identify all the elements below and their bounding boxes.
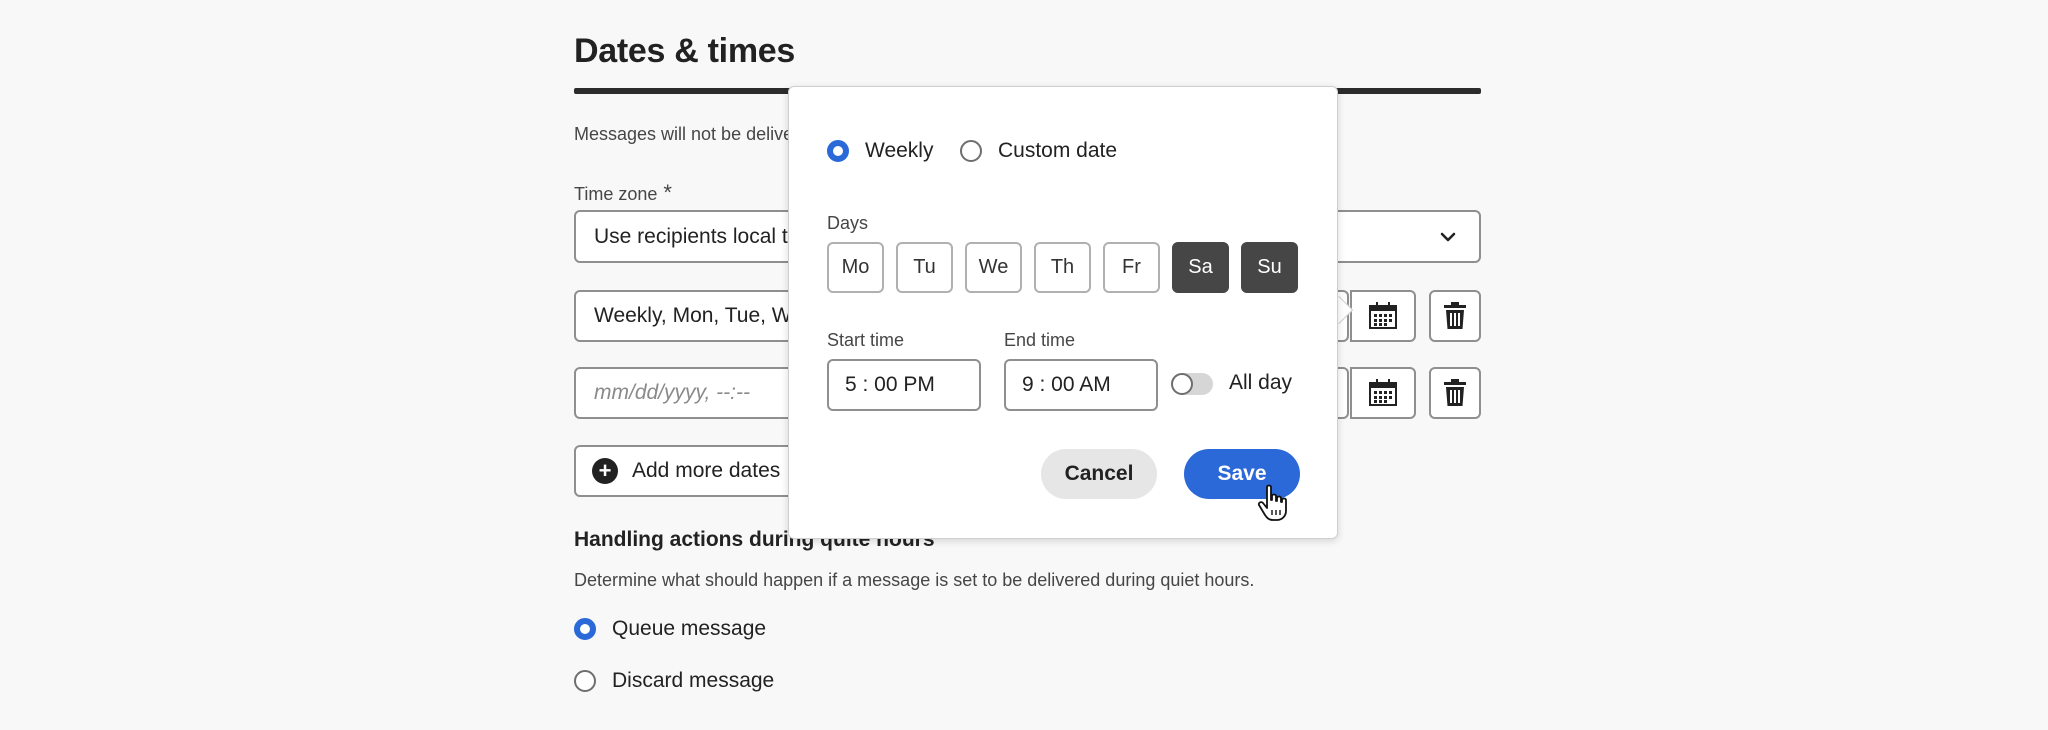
radio-custom-date[interactable]: Custom date bbox=[960, 139, 1117, 163]
calendar-icon bbox=[1369, 379, 1397, 406]
all-day-toggle[interactable] bbox=[1171, 373, 1213, 395]
trash-icon bbox=[1444, 379, 1466, 406]
delete-date-button[interactable] bbox=[1429, 367, 1481, 419]
timezone-value: Use recipients local ti bbox=[594, 224, 793, 248]
radio-weekly[interactable]: Weekly bbox=[827, 139, 933, 163]
start-time-input[interactable]: 5 : 00 PM bbox=[827, 359, 981, 411]
timezone-label-text: Time zone bbox=[574, 184, 658, 204]
radio-discard-message[interactable]: Discard message bbox=[574, 669, 774, 693]
day-toggle-we[interactable]: We bbox=[965, 242, 1022, 293]
day-toggle-fr[interactable]: Fr bbox=[1103, 242, 1160, 293]
date-popover: Weekly Custom date Days Mo Tu We Th Fr S… bbox=[788, 86, 1338, 539]
day-toggle-th[interactable]: Th bbox=[1034, 242, 1091, 293]
radio-label: Queue message bbox=[612, 617, 767, 640]
calendar-button-2[interactable] bbox=[1350, 367, 1416, 419]
days-label: Days bbox=[827, 213, 869, 233]
calendar-button[interactable] bbox=[1350, 290, 1416, 342]
calendar-icon bbox=[1369, 302, 1397, 329]
section-description: Determine what should happen if a messag… bbox=[574, 570, 1255, 590]
start-time-value: 5 : 00 PM bbox=[845, 373, 935, 396]
add-more-dates-button[interactable]: + Add more dates bbox=[574, 445, 824, 497]
day-toggle-su[interactable]: Su bbox=[1241, 242, 1298, 293]
required-marker: * bbox=[663, 180, 672, 205]
end-time-input[interactable]: 9 : 00 AM bbox=[1004, 359, 1158, 411]
cancel-button[interactable]: Cancel bbox=[1041, 449, 1157, 499]
day-toggle-tu[interactable]: Tu bbox=[896, 242, 953, 293]
trash-icon bbox=[1444, 302, 1466, 329]
date-placeholder: mm/dd/yyyy, --:-- bbox=[594, 381, 750, 404]
toggle-knob bbox=[1171, 373, 1193, 395]
radio-label: Custom date bbox=[998, 139, 1118, 162]
timezone-label: Time zone * bbox=[574, 180, 672, 206]
all-day-label: All day bbox=[1229, 371, 1293, 394]
chevron-down-icon bbox=[1440, 232, 1456, 242]
day-toggle-sa[interactable]: Sa bbox=[1172, 242, 1229, 293]
radio-selected-icon bbox=[574, 618, 596, 640]
page-description: Messages will not be delive bbox=[574, 124, 794, 144]
end-time-label: End time bbox=[1004, 330, 1076, 350]
radio-unselected-icon bbox=[960, 140, 982, 162]
radio-selected-icon bbox=[827, 140, 849, 162]
end-time-value: 9 : 00 AM bbox=[1022, 373, 1111, 396]
plus-icon: + bbox=[592, 458, 618, 484]
start-time-label: Start time bbox=[827, 330, 905, 350]
add-more-dates-label: Add more dates bbox=[632, 459, 781, 482]
radio-label: Discard message bbox=[612, 669, 775, 692]
schedule-value: Weekly, Mon, Tue, We bbox=[594, 304, 803, 327]
page-title: Dates & times bbox=[574, 32, 795, 70]
radio-label: Weekly bbox=[865, 139, 934, 162]
hand-cursor-icon bbox=[1257, 484, 1287, 521]
radio-queue-message[interactable]: Queue message bbox=[574, 617, 766, 641]
day-toggle-mo[interactable]: Mo bbox=[827, 242, 884, 293]
days-group: Mo Tu We Th Fr Sa Su bbox=[827, 242, 1298, 293]
radio-unselected-icon bbox=[574, 670, 596, 692]
delete-schedule-button[interactable] bbox=[1429, 290, 1481, 342]
